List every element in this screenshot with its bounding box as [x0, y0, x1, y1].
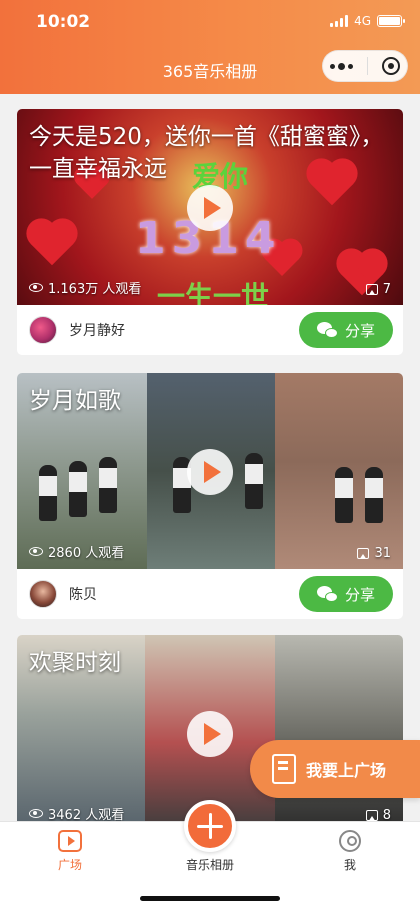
close-miniprogram-icon[interactable]	[382, 57, 400, 75]
view-count: 2860 人观看	[29, 542, 124, 561]
cover-text-forever: 一生一世	[157, 280, 270, 305]
album-card[interactable]: 岁月如歌 2860 人观看 31 陈贝 分享	[17, 373, 403, 619]
upload-flag-icon	[272, 754, 296, 784]
video-play-icon	[58, 830, 82, 852]
card-footer: 岁月静好 分享	[17, 305, 403, 355]
author-name[interactable]: 岁月静好	[69, 320, 125, 340]
share-button[interactable]: 分享	[299, 312, 393, 348]
album-cover[interactable]: 爱你 1314 一生一世 今天是520，送你一首《甜蜜蜜》，一直幸福永远 1.1…	[17, 109, 403, 305]
tab-me-label: 我	[343, 858, 356, 872]
create-album-button[interactable]	[184, 800, 236, 852]
tab-music-album-label: 音乐相册	[185, 858, 234, 872]
card-footer: 陈贝 分享	[17, 569, 403, 619]
wechat-icon	[316, 321, 339, 339]
battery-icon	[377, 15, 405, 27]
status-indicators: 4G	[330, 14, 405, 28]
signal-icon	[330, 15, 349, 27]
tab-me[interactable]: 我	[300, 830, 400, 873]
network-label: 4G	[354, 14, 371, 28]
eye-icon	[29, 547, 43, 556]
play-icon[interactable]	[187, 449, 233, 495]
wechat-icon	[316, 585, 339, 603]
avatar[interactable]	[29, 316, 57, 344]
photo-count: 31	[357, 546, 391, 561]
tab-square[interactable]: 广场	[20, 830, 120, 873]
view-count-text: 2860 人观看	[48, 546, 125, 561]
album-card[interactable]: 爱你 1314 一生一世 今天是520，送你一首《甜蜜蜜》，一直幸福永远 1.1…	[17, 109, 403, 355]
bottom-tabbar: 广场 音乐相册 我	[0, 800, 420, 909]
album-title: 岁月如歌	[29, 388, 121, 414]
user-icon	[339, 830, 361, 852]
photo-count-text: 31	[374, 546, 391, 561]
photo-count-text: 7	[382, 282, 391, 297]
photo-count: 8	[365, 808, 391, 821]
go-to-square-button[interactable]: 我要上广场	[250, 740, 420, 798]
avatar[interactable]	[29, 580, 57, 608]
play-icon[interactable]	[187, 711, 233, 757]
miniprogram-capsule	[322, 50, 408, 82]
view-count-text: 3462 人观看	[48, 808, 125, 821]
image-icon	[357, 548, 370, 559]
photo-count: 7	[365, 282, 391, 297]
author-name[interactable]: 陈贝	[69, 584, 97, 604]
eye-icon	[29, 283, 43, 292]
eye-icon	[29, 809, 43, 818]
view-count: 1.163万 人观看	[29, 278, 141, 297]
image-icon	[365, 810, 378, 821]
album-feed[interactable]: 爱你 1314 一生一世 今天是520，送你一首《甜蜜蜜》，一直幸福永远 1.1…	[0, 94, 420, 821]
share-button[interactable]: 分享	[299, 576, 393, 612]
tab-music-album[interactable]: 音乐相册	[160, 856, 260, 873]
share-label: 分享	[344, 321, 375, 340]
image-icon	[365, 284, 378, 295]
play-icon[interactable]	[187, 185, 233, 231]
share-label: 分享	[344, 585, 375, 604]
tab-square-label: 广场	[57, 858, 82, 872]
home-indicator	[140, 896, 280, 901]
album-title: 今天是520，送你一首《甜蜜蜜》，一直幸福永远	[29, 124, 384, 182]
app-header: 10:02 4G 365音乐相册	[0, 0, 420, 94]
view-count: 3462 人观看	[29, 804, 124, 821]
status-time: 10:02	[36, 12, 91, 32]
view-count-text: 1.163万 人观看	[48, 282, 142, 297]
more-icon[interactable]	[330, 62, 353, 70]
album-cover[interactable]: 岁月如歌 2860 人观看 31	[17, 373, 403, 569]
photo-count-text: 8	[382, 808, 391, 821]
album-title: 欢聚时刻	[29, 650, 121, 676]
go-to-square-label: 我要上广场	[306, 761, 387, 780]
